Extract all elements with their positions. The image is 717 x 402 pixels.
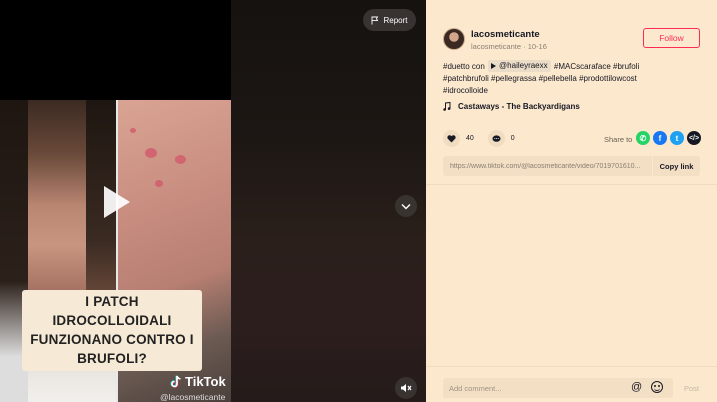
comment-count: 0 — [510, 135, 515, 142]
blemish-spot — [145, 148, 157, 158]
hashtags-line1[interactable]: #MACscaraface #brufoli — [554, 62, 639, 71]
author-subline: lacosmeticante · 10-16 — [471, 42, 547, 51]
flag-icon — [372, 16, 379, 24]
mute-button[interactable] — [395, 377, 417, 399]
like-count: 40 — [466, 135, 474, 142]
video-caption-text: I PATCH IDROCOLLOIDALI FUNZIONANO CONTRO… — [30, 294, 194, 367]
share-icons: ✆ f t </> — [636, 131, 701, 145]
watermark-username: @lacosmeticante — [160, 392, 226, 402]
music-note-icon — [443, 102, 451, 111]
mention-at-icon[interactable]: @ — [631, 381, 642, 393]
comment-icon — [492, 134, 501, 142]
speaker-muted-icon — [401, 384, 412, 392]
share-label: Share to — [604, 135, 633, 144]
post-button[interactable]: Post — [684, 384, 699, 393]
blemish-spot — [155, 180, 163, 187]
whatsapp-icon[interactable]: ✆ — [636, 131, 650, 145]
video-caption: I PATCH IDROCOLLOIDALI FUNZIONANO CONTRO… — [22, 290, 202, 371]
heart-icon — [447, 134, 456, 142]
description-prefix: #duetto con — [443, 62, 485, 71]
blemish-spot — [130, 128, 136, 133]
copy-link-button[interactable]: Copy link — [652, 156, 700, 176]
emoji-icon[interactable] — [651, 381, 663, 393]
facebook-icon[interactable]: f — [653, 131, 667, 145]
copy-link-row: https://www.tiktok.com/@lacosmeticante/v… — [443, 156, 700, 176]
duet-mention[interactable]: @haileyraexx — [488, 60, 551, 72]
blemish-spot — [175, 155, 186, 164]
mention-text[interactable]: @haileyraexx — [499, 60, 548, 72]
comment-bar: Add comment... @ Post — [426, 366, 717, 402]
hashtags-line2[interactable]: #patchbrufoli #pellegrassa #pellebella #… — [443, 74, 637, 83]
video-pane[interactable]: I PATCH IDROCOLLOIDALI FUNZIONANO CONTRO… — [0, 0, 426, 402]
comment-placeholder: Add comment... — [449, 383, 502, 393]
report-button[interactable]: Report — [363, 9, 416, 31]
next-video-button[interactable] — [395, 195, 417, 217]
play-small-icon — [491, 63, 497, 69]
author-username[interactable]: lacosmeticante — [471, 29, 540, 40]
comment-button[interactable] — [487, 130, 505, 147]
report-label: Report — [383, 15, 408, 25]
embed-icon[interactable]: </> — [687, 131, 701, 145]
music-link[interactable]: Castaways - The Backyardigans — [443, 102, 580, 111]
like-button[interactable] — [443, 130, 460, 147]
tiktok-brand-text: TikTok — [185, 374, 226, 389]
video-player[interactable]: I PATCH IDROCOLLOIDALI FUNZIONANO CONTRO… — [0, 0, 231, 402]
panel-divider — [426, 184, 717, 185]
tiktok-watermark: TikTok — [170, 374, 226, 389]
follow-button[interactable]: Follow — [643, 28, 700, 48]
tiktok-video-viewer: I PATCH IDROCOLLOIDALI FUNZIONANO CONTRO… — [0, 0, 717, 402]
twitter-icon[interactable]: t — [670, 131, 684, 145]
action-bar: 40 0 — [443, 130, 529, 147]
music-title[interactable]: Castaways - The Backyardigans — [458, 102, 580, 111]
tiktok-logo-icon — [170, 375, 181, 388]
play-icon[interactable] — [104, 186, 130, 218]
avatar[interactable] — [443, 28, 465, 50]
video-url[interactable]: https://www.tiktok.com/@lacosmeticante/v… — [443, 163, 652, 170]
hashtags-line3[interactable]: #idrocolloide — [443, 86, 488, 95]
chevron-down-icon — [401, 203, 411, 209]
video-description: #duetto con @haileyraexx #MACscaraface #… — [443, 60, 703, 97]
video-info-panel: lacosmeticante lacosmeticante · 10-16 Fo… — [426, 0, 717, 402]
